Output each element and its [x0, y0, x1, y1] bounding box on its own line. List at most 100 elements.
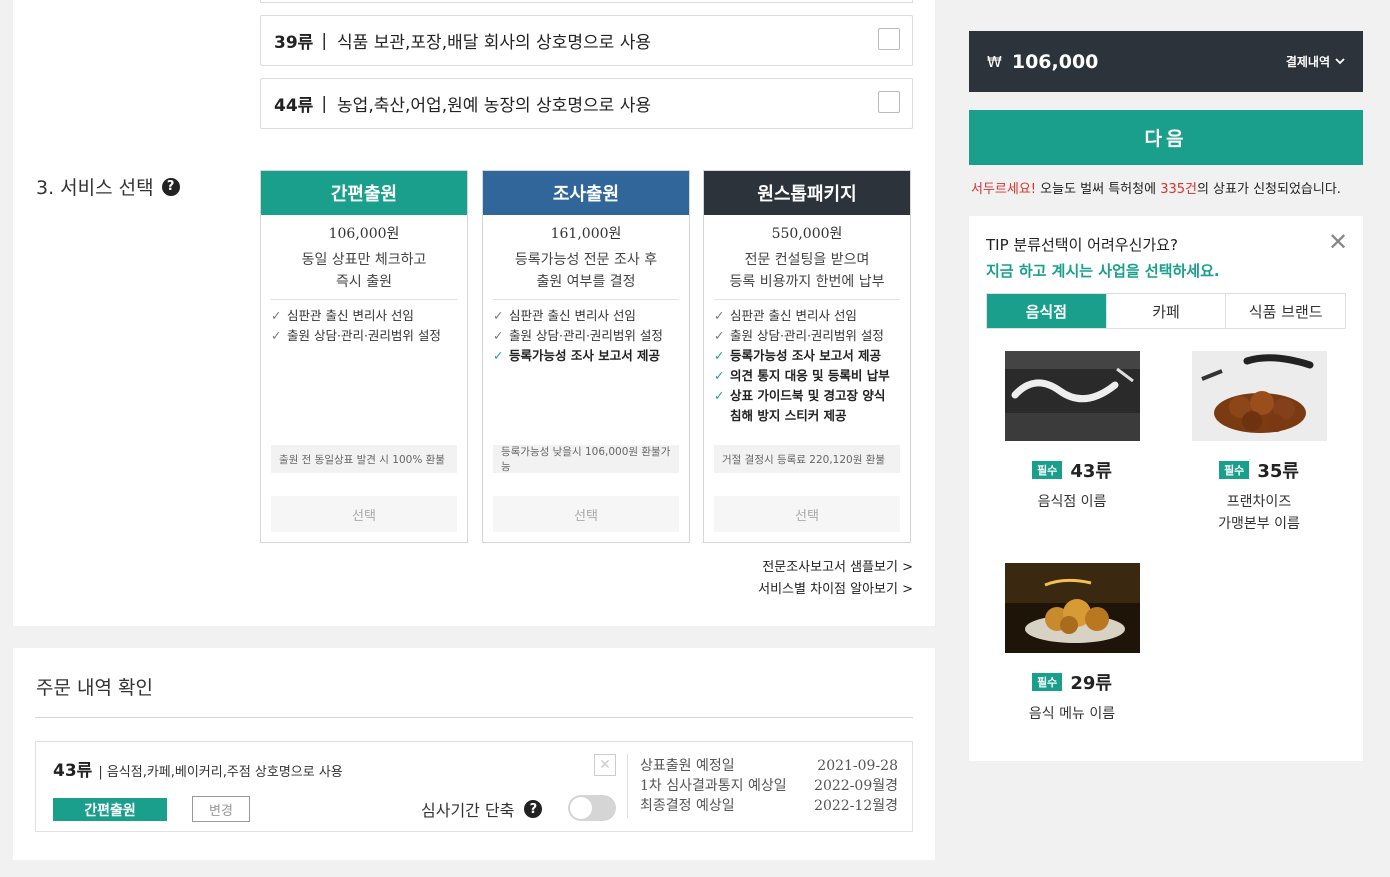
- honey-combo-image: [1004, 563, 1140, 653]
- class-row-edge: [260, 0, 913, 3]
- date-row: 상표출원 예정일 2021-09-28: [640, 756, 898, 776]
- sample-report-link[interactable]: 전문조사보고서 샘플보기 >: [762, 556, 913, 575]
- shorten-toggle[interactable]: [568, 795, 616, 821]
- tab-cafe[interactable]: 카페: [1105, 294, 1226, 328]
- order-divider: [35, 717, 913, 718]
- class-number: 39류: [274, 33, 314, 53]
- check-icon: ✓: [714, 388, 725, 403]
- feature-text: 상표 가이드북 및 경고장 양식: [730, 388, 886, 403]
- date-label: 상표출원 예정일: [640, 758, 735, 774]
- brand-class-number: 43류: [1070, 461, 1112, 482]
- refund-note: 출원 전 동일상표 발견 시 100% 환불: [271, 445, 457, 473]
- card-price: 106,000원: [328, 226, 400, 242]
- feature-item-highlight: ✓ 상표 가이드북 및 경고장 양식: [714, 386, 900, 406]
- next-button[interactable]: 다음: [969, 110, 1363, 165]
- feature-list: ✓ 심판관 출신 변리사 선임 ✓ 출원 상담·관리·권리범위 설정 ✓ 등록가능성 …: [714, 306, 900, 426]
- select-button[interactable]: 선택: [493, 496, 679, 532]
- help-icon[interactable]: ?: [161, 177, 180, 196]
- service-badge: 간편출원: [53, 798, 167, 821]
- hurry-text-end: 의 상표가 신청되었습니다.: [1196, 182, 1341, 197]
- payment-history-button[interactable]: 결제내역: [1286, 53, 1345, 70]
- class-number: 44류: [274, 96, 314, 116]
- remove-icon[interactable]: ✕: [594, 754, 616, 776]
- class-description: 식품 보관,포장,배달 회사의 상호명으로 사용: [337, 33, 651, 53]
- feature-item: ✓ 출원 상담·관리·권리범위 설정: [271, 326, 457, 346]
- date-label: 1차 심사결과통지 예상일: [640, 778, 787, 794]
- date-value: 2021-09-28: [817, 758, 898, 774]
- feature-item: ✓ 출원 상담·관리·권리범위 설정: [493, 326, 679, 346]
- brand-class: 필수 43류: [997, 457, 1147, 483]
- date-value: 2022-12월경: [814, 798, 898, 814]
- feature-text: 출원 상담·관리·권리범위 설정: [287, 328, 441, 343]
- check-icon: [714, 406, 724, 426]
- select-button[interactable]: 선택: [714, 496, 900, 532]
- date-row: 최종결정 예상일 2022-12월경: [640, 796, 898, 816]
- service-section-title: 3. 서비스 선택 ?: [36, 173, 180, 200]
- help-icon[interactable]: ?: [524, 800, 543, 818]
- card-desc-line: 출원 여부를 결정: [536, 274, 636, 290]
- feature-item: ✓ 심판관 출신 변리사 선임: [493, 306, 679, 326]
- check-icon: ✓: [714, 328, 725, 343]
- card-desc-line: 동일 상표만 체크하고: [301, 252, 427, 268]
- feature-text: 출원 상담·관리·권리범위 설정: [730, 328, 884, 343]
- required-badge: 필수: [1219, 461, 1250, 479]
- close-icon[interactable]: ✕: [1328, 228, 1348, 256]
- class-row-39[interactable]: 39류 | 식품 보관,포장,배달 회사의 상호명으로 사용: [260, 15, 913, 66]
- card-description: 전문 컨설팅을 받으며 등록 비용까지 한번에 납부: [704, 249, 910, 293]
- brand-class-number: 29류: [1070, 673, 1112, 694]
- shorten-label: 심사기간 단축: [421, 801, 515, 820]
- brand-item-35[interactable]: 필수 35류 프랜차이즈 가맹본부 이름: [1184, 351, 1334, 535]
- hurry-text: 오늘도 벌써 특허청에: [1036, 182, 1161, 197]
- brand-label: 프랜차이즈 가맹본부 이름: [1184, 491, 1334, 535]
- class-separator: |: [321, 30, 328, 51]
- tab-restaurant[interactable]: 음식점: [987, 294, 1106, 328]
- order-class-number: 43류: [53, 761, 93, 781]
- currency-icon: ₩: [987, 52, 1002, 71]
- select-button[interactable]: 선택: [271, 496, 457, 532]
- chevron-down-icon: [1335, 58, 1345, 65]
- check-icon: ✓: [271, 308, 282, 323]
- brand-label: 음식 메뉴 이름: [997, 703, 1147, 725]
- service-difference-link[interactable]: 서비스별 차이점 알아보기 >: [758, 578, 913, 597]
- class-row-44[interactable]: 44류 | 농업,축산,어업,원예 농장의 상호명으로 사용: [260, 78, 913, 129]
- card-divider: [493, 299, 679, 300]
- class-checkbox[interactable]: [878, 28, 900, 50]
- order-item: 43류 | 음식점,카페,베이커리,주점 상호명으로 사용 간편출원 변경 ✕ …: [35, 741, 913, 832]
- service-card-research[interactable]: 조사출원 161,000원 등록가능성 전문 조사 후 출원 여부를 결정 ✓ 심…: [482, 170, 690, 543]
- service-card-simple[interactable]: 간편출원 106,000원 동일 상표만 체크하고 즉시 출원 ✓ 심판관 출신 …: [260, 170, 468, 543]
- feature-item: ✓ 심판관 출신 변리사 선임: [714, 306, 900, 326]
- card-desc-line: 등록 비용까지 한번에 납부: [729, 274, 885, 290]
- feature-item: ✓ 심판관 출신 변리사 선임: [271, 306, 457, 326]
- brand-item-29[interactable]: 필수 29류 음식 메뉴 이름: [997, 563, 1147, 725]
- kyochon-chicken-image: [1191, 351, 1327, 441]
- card-price: 550,000원: [771, 226, 843, 242]
- tab-food-brand[interactable]: 식품 브랜드: [1225, 294, 1345, 328]
- feature-list: ✓ 심판관 출신 변리사 선임 ✓ 출원 상담·관리·권리범위 설정: [271, 306, 457, 346]
- brand-item-43[interactable]: 필수 43류 음식점 이름: [997, 351, 1147, 513]
- change-button[interactable]: 변경: [192, 796, 250, 822]
- payment-history-label: 결제내역: [1285, 55, 1330, 69]
- expected-dates: 상표출원 예정일 2021-09-28 1차 심사결과통지 예상일 2022-09월…: [640, 756, 898, 816]
- service-card-onestop[interactable]: 원스톱패키지 550,000원 전문 컨설팅을 받으며 등록 비용까지 한번에 …: [703, 170, 911, 543]
- feature-text: 심판관 출신 변리사 선임: [509, 308, 636, 323]
- hurry-count: 335건: [1160, 182, 1197, 197]
- business-tabs: 음식점 카페 식품 브랜드: [986, 293, 1346, 329]
- feature-list: ✓ 심판관 출신 변리사 선임 ✓ 출원 상담·관리·권리범위 설정 ✓ 등록가능성 …: [493, 306, 679, 366]
- feature-item-highlight: ✓ 의견 통지 대응 및 등록비 납부: [714, 366, 900, 386]
- class-checkbox[interactable]: [878, 91, 900, 113]
- date-row: 1차 심사결과통지 예상일 2022-09월경: [640, 776, 898, 796]
- card-desc-line: 등록가능성 전문 조사 후: [514, 252, 658, 268]
- feature-text: 심판관 출신 변리사 선임: [730, 308, 857, 323]
- feature-text: 심판관 출신 변리사 선임: [287, 308, 414, 323]
- order-title: 주문 내역 확인: [36, 677, 153, 699]
- total-amount: 106,000: [1011, 50, 1099, 73]
- refund-note: 등록가능성 낮을시 106,000원 환불가능: [493, 445, 679, 473]
- feature-text: 등록가능성 조사 보고서 제공: [509, 348, 661, 363]
- brand-class: 필수 29류: [997, 669, 1147, 695]
- payment-summary: ₩ 106,000 결제내역: [969, 31, 1363, 92]
- card-description: 등록가능성 전문 조사 후 출원 여부를 결정: [483, 249, 689, 293]
- feature-text: 등록가능성 조사 보고서 제공: [730, 348, 882, 363]
- check-icon: ✓: [493, 328, 504, 343]
- date-label: 최종결정 예상일: [640, 798, 735, 814]
- card-description: 동일 상표만 체크하고 즉시 출원: [261, 249, 467, 293]
